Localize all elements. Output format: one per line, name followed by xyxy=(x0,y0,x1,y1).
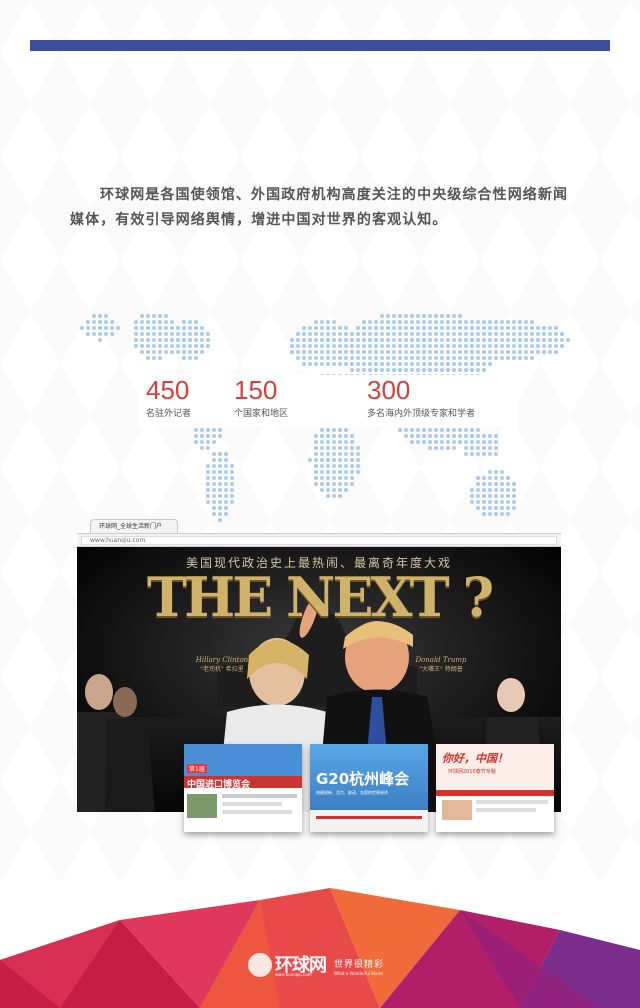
stat-value: 150 xyxy=(234,375,278,405)
footer-polygon-art xyxy=(0,888,640,1008)
top-accent-bar xyxy=(30,40,610,51)
globe-icon xyxy=(248,953,272,977)
thumb-subtitle: 构建创新、活力、联动、包容的世界经济 xyxy=(316,790,388,795)
stat-reporters: 450 名驻外记者 xyxy=(146,375,191,421)
banner-headline: THE NEXT ? xyxy=(146,565,494,629)
stat-label: 个国家和地区 xyxy=(234,409,289,419)
candidate-right-nickname: "大嘴王" 特朗普 xyxy=(419,666,463,673)
stat-value: 300 xyxy=(367,375,411,405)
thumb-title: G20杭州峰会 xyxy=(316,770,410,788)
intro-paragraph: 环球网是各国使领馆、外国政府机构高度关注的中央级综合性网络新闻媒体，有效引导网络… xyxy=(70,187,569,228)
address-bar[interactable]: www.huanqiu.com xyxy=(81,536,557,545)
logo-url: www.huanqiu.com xyxy=(275,972,312,977)
browser-tab[interactable]: 环球网_全球生活新门户 xyxy=(90,519,178,533)
footer-logo: 环球网 www.huanqiu.com 世界很精彩 What a Wonderf… xyxy=(248,953,398,979)
thumb-subtitle: 第1届 xyxy=(187,764,207,773)
stat-value: 450 xyxy=(146,375,190,405)
stat-countries: 150 个国家和地区 xyxy=(234,375,288,421)
logo-slogan: 世界很精彩 xyxy=(334,960,385,970)
stats-panel: 450 名驻外记者 150 个国家和地区 300 多名海内外顶级专家和学者 xyxy=(138,375,518,427)
stat-label: 名驻外记者 xyxy=(146,409,192,419)
candidate-right-name: Donald Trump xyxy=(415,656,467,664)
thumb-title: 中国进口博览会 xyxy=(187,780,251,790)
thumb-subtitle: 环球网2016春节专题 xyxy=(448,769,496,775)
thumbnail-hello-china[interactable]: 你好，中国！ 环球网2016春节专题 xyxy=(436,744,554,832)
address-row: www.huanqiu.com xyxy=(77,533,561,547)
thumbnail-g20[interactable]: G20杭州峰会 构建创新、活力、联动、包容的世界经济 xyxy=(310,744,428,832)
logo-slogan-en: What a Wonderful World xyxy=(334,971,383,976)
stat-label: 多名海内外顶级专家和学者 xyxy=(367,409,476,419)
thumbnail-expo[interactable]: 第1届 中国进口博览会 xyxy=(184,744,302,832)
thumb-title: 你好，中国！ xyxy=(442,752,508,765)
candidate-left-name: Hillary Clinton xyxy=(195,656,249,664)
candidate-left-nickname: "老司机" 希拉里 xyxy=(200,666,244,673)
stat-experts: 300 多名海内外顶级专家和学者 xyxy=(367,375,475,421)
